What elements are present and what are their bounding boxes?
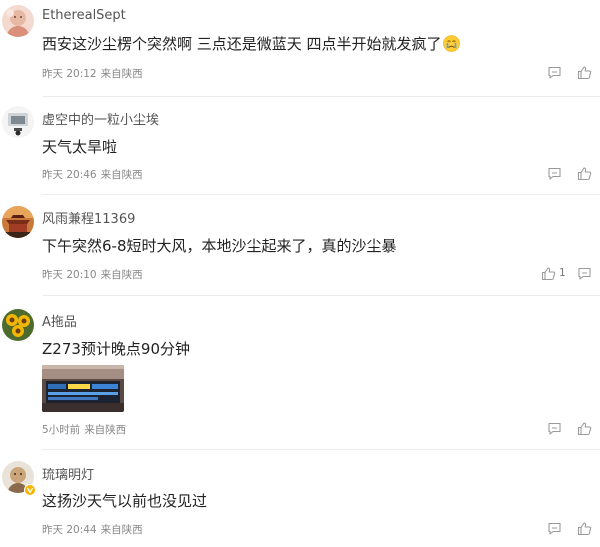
comment-item: 虚空中的一粒小尘埃 天气太旱啦 昨天 20:46 来自陕西 — [0, 96, 600, 194]
thumbs-up-icon — [577, 421, 592, 436]
like-button[interactable] — [577, 520, 595, 536]
comment-time: 昨天 20:46 — [42, 169, 97, 181]
reply-button[interactable] — [577, 265, 592, 281]
thumbs-up-icon — [541, 266, 556, 281]
like-count: 1 — [559, 267, 566, 279]
comment-time: 5小时前 — [42, 424, 81, 436]
avatar[interactable] — [2, 5, 34, 37]
comment-location: 来自陕西 — [100, 68, 143, 80]
comment-item: 风雨兼程11369 下午突然6-8短时大风，本地沙尘起来了，真的沙尘暴 昨天 2… — [0, 194, 600, 295]
comment-location: 来自陕西 — [84, 424, 127, 436]
comment-meta: 昨天 20:46 来自陕西 — [42, 167, 143, 182]
station-departure-board-photo[interactable] — [42, 365, 124, 412]
thumbs-up-icon — [577, 65, 592, 80]
like-button[interactable]: 1 — [541, 265, 566, 281]
reply-button[interactable] — [547, 165, 562, 181]
username[interactable]: 琉璃明灯 — [42, 464, 94, 483]
comment-text: 下午突然6-8短时大风，本地沙尘起来了，真的沙尘暴 — [42, 237, 397, 255]
comment-bubble-icon — [547, 65, 562, 80]
reply-button[interactable] — [547, 64, 562, 80]
comment-meta: 昨天 20:44 来自陕西 — [42, 522, 143, 537]
comment-bubble-icon — [547, 421, 562, 436]
comment-text: 这扬沙天气以前也没见过 — [42, 492, 208, 510]
username[interactable]: A拖品 — [42, 311, 77, 330]
comment-meta: 5小时前 来自陕西 — [42, 422, 126, 437]
comment-bubble-icon — [547, 166, 562, 181]
comment-bubble-icon — [547, 521, 562, 536]
username[interactable]: EtherealSept — [42, 8, 126, 23]
reply-button[interactable] — [547, 520, 562, 536]
username[interactable]: 虚空中的一粒小尘埃 — [42, 109, 159, 128]
like-button[interactable] — [577, 420, 595, 436]
comment-location: 来自陕西 — [100, 269, 143, 281]
comment-text: Z273预计晚点90分钟 — [42, 340, 190, 358]
comment-item: A拖品 Z273预计晚点90分钟 5小时前 来自陕西 — [0, 295, 600, 449]
comment-text-body: 西安这沙尘楞个突然啊 三点还是微蓝天 四点半开始就发疯了 — [42, 35, 442, 53]
username[interactable]: 风雨兼程11369 — [42, 208, 135, 227]
thumbs-up-icon — [577, 521, 592, 536]
gold-v-badge-icon — [24, 483, 36, 496]
comment-time: 昨天 20:10 — [42, 269, 97, 281]
comment-time: 昨天 20:44 — [42, 524, 97, 536]
comment-text: 天气太旱啦 — [42, 138, 118, 156]
comment-text: 西安这沙尘楞个突然啊 三点还是微蓝天 四点半开始就发疯了 — [42, 33, 460, 54]
comment-bubble-icon — [577, 266, 592, 281]
comment-meta: 昨天 20:10 来自陕西 — [42, 267, 143, 282]
thumbs-up-icon — [577, 166, 592, 181]
reply-button[interactable] — [547, 420, 562, 436]
comment-location: 来自陕西 — [100, 524, 143, 536]
comment-item: 琉璃明灯 这扬沙天气以前也没见过 昨天 20:44 来自陕西 — [0, 449, 600, 547]
comment-list: EtherealSept 西安这沙尘楞个突然啊 三点还是微蓝天 四点半开始就发疯… — [0, 0, 600, 547]
crying-face-emoji — [442, 35, 460, 52]
like-button[interactable] — [577, 64, 595, 80]
comment-time: 昨天 20:12 — [42, 68, 97, 80]
avatar[interactable] — [2, 206, 34, 238]
avatar[interactable] — [2, 309, 34, 341]
comment-item: EtherealSept 西安这沙尘楞个突然啊 三点还是微蓝天 四点半开始就发疯… — [0, 0, 600, 96]
comment-meta: 昨天 20:12 来自陕西 — [42, 66, 143, 81]
comment-location: 来自陕西 — [100, 169, 143, 181]
like-button[interactable] — [577, 165, 595, 181]
avatar[interactable] — [2, 106, 34, 138]
